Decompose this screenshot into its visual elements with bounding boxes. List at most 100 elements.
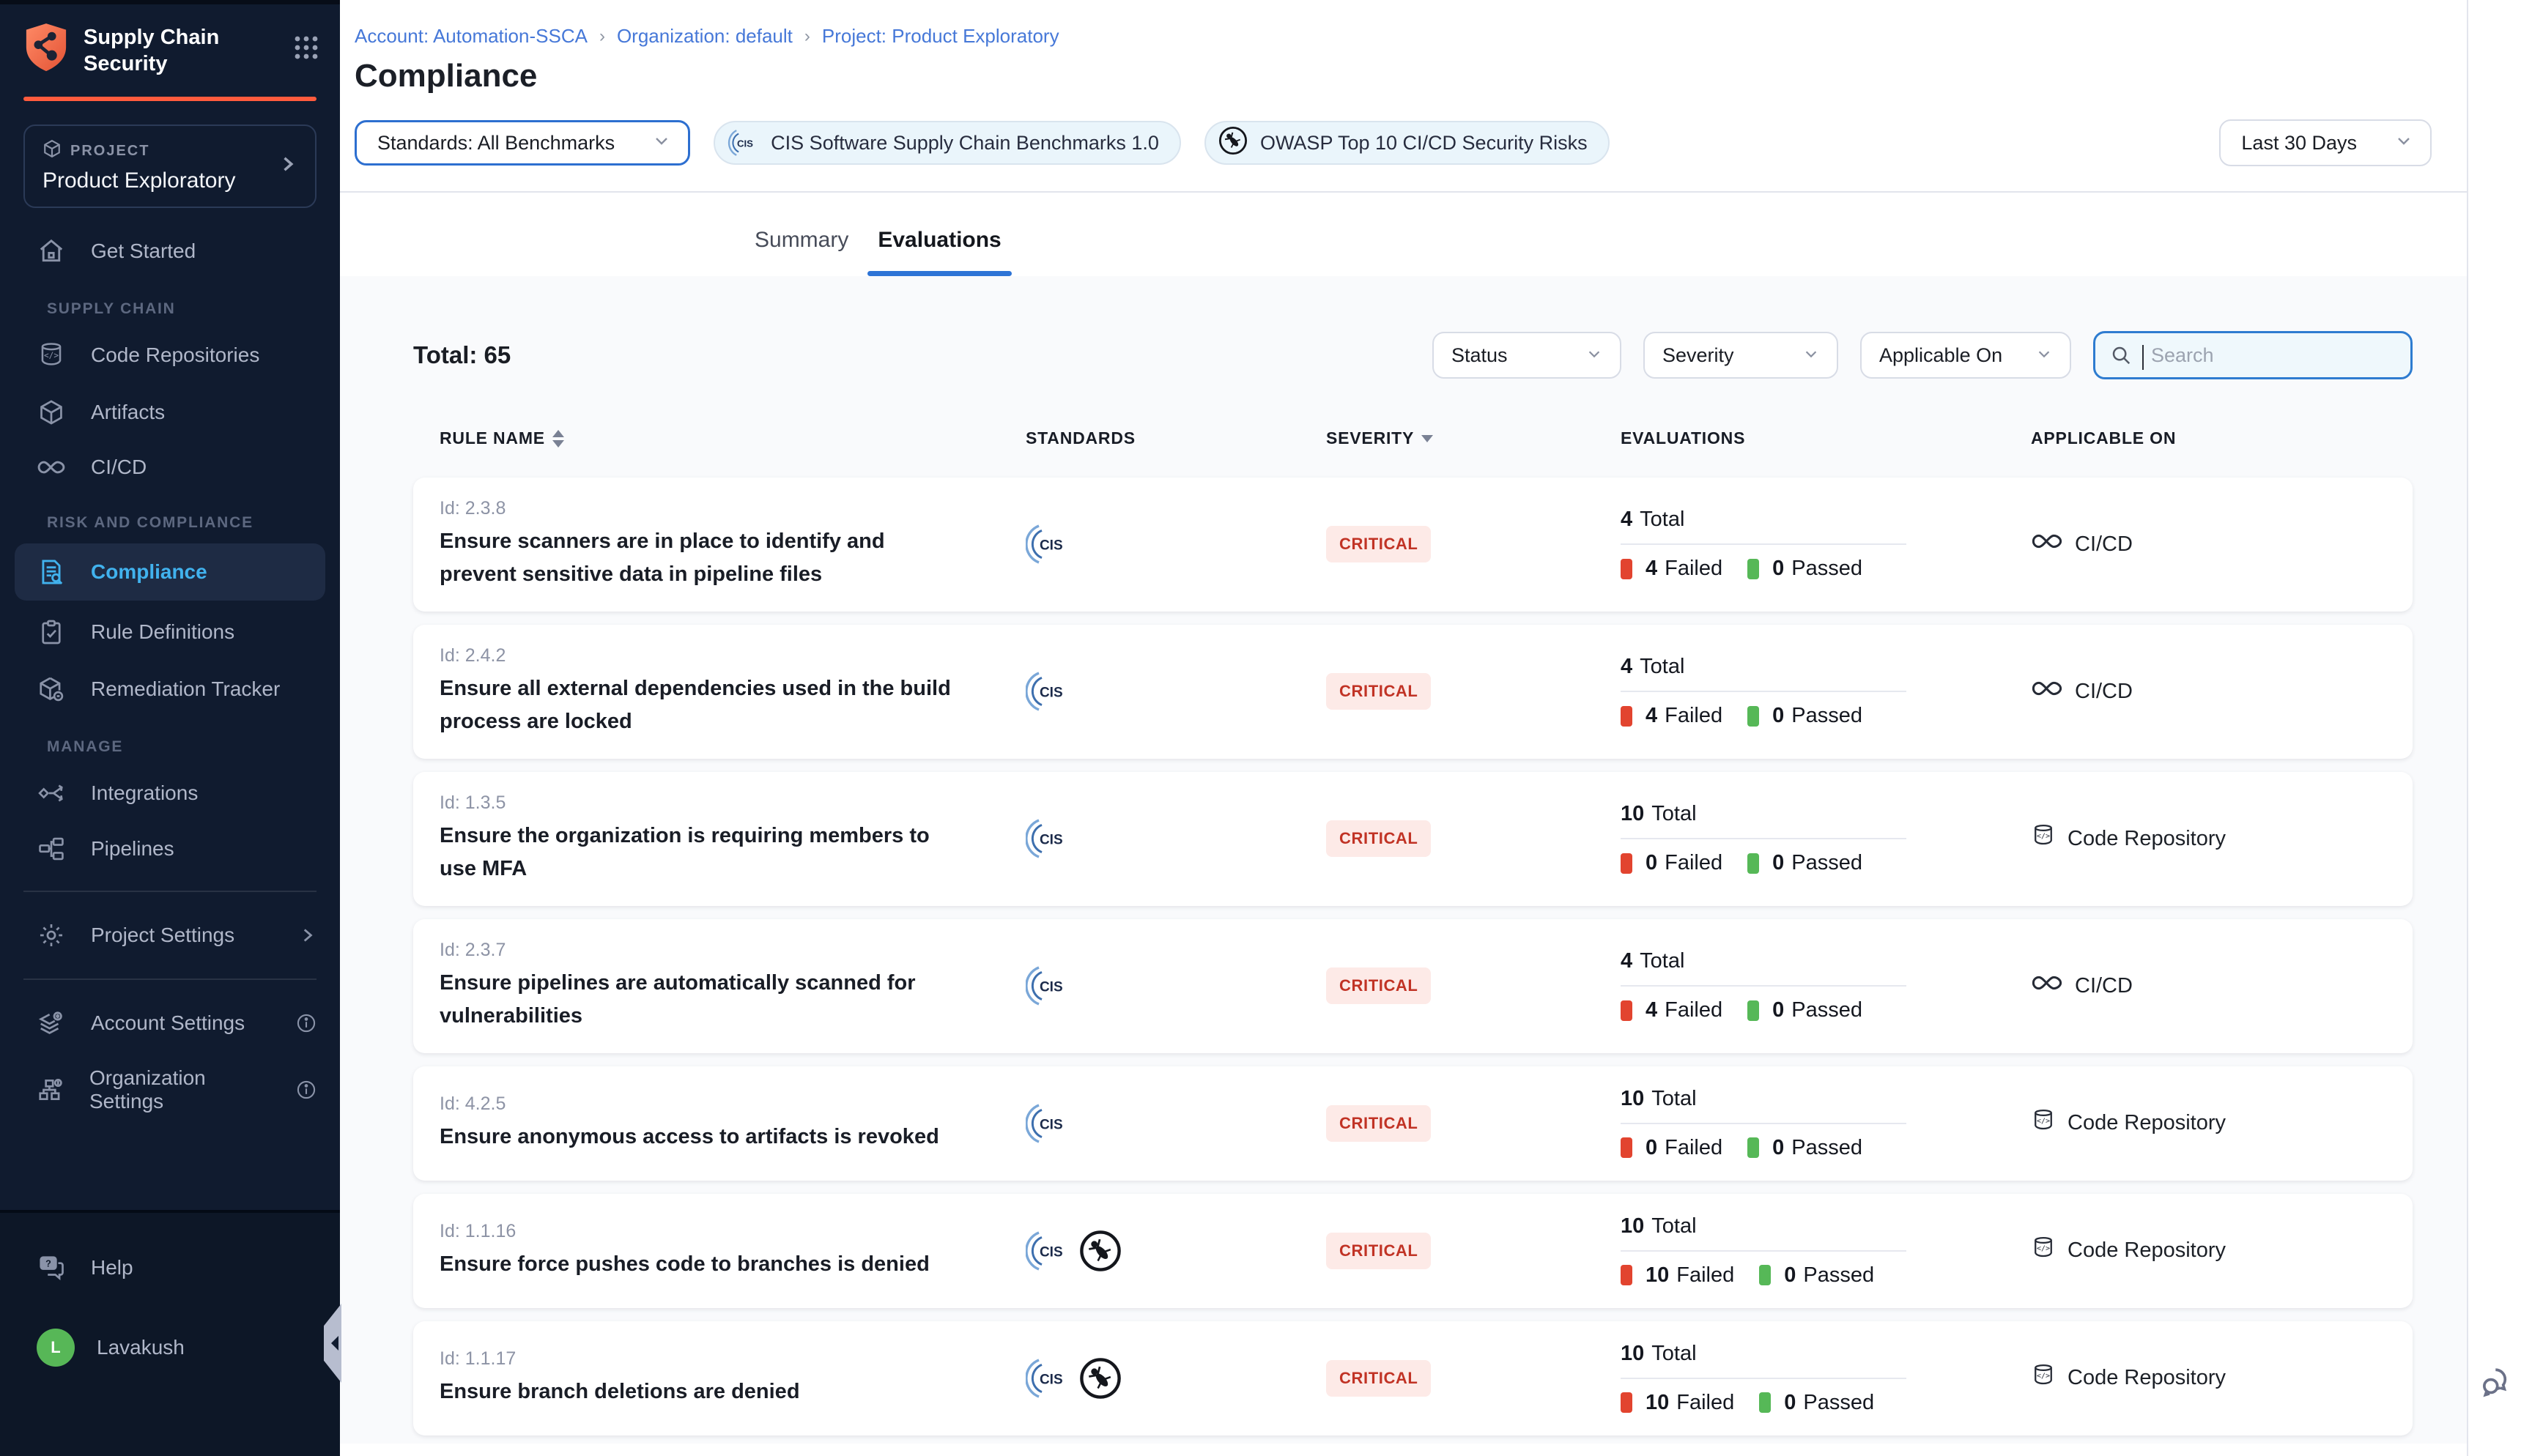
- sidebar-item-compliance[interactable]: Compliance: [15, 543, 325, 601]
- eval-total-count: 10: [1621, 1214, 1644, 1238]
- right-utility-strip: [2467, 0, 2532, 1456]
- code-repo-icon: </>: [37, 341, 66, 369]
- artifact-box-icon: [37, 398, 66, 426]
- sidebar-item-get-started[interactable]: Get Started: [0, 223, 340, 280]
- eval-passed-label: Passed: [1803, 1391, 1874, 1415]
- code-repo-icon: </>: [2031, 1362, 2056, 1395]
- status-filter-dropdown[interactable]: Status: [1432, 332, 1621, 379]
- support-chat-icon[interactable]: [2479, 1362, 2517, 1406]
- severity-badge: CRITICAL: [1326, 967, 1431, 1004]
- eval-divider: [1621, 985, 1906, 987]
- standards-dropdown[interactable]: Standards: All Benchmarks: [355, 120, 690, 166]
- search-box: [2093, 331, 2413, 379]
- sidebar-item-rule-definitions[interactable]: Rule Definitions: [0, 603, 340, 661]
- rule-id: Id: 1.1.16: [440, 1221, 1026, 1242]
- sidebar-item-artifacts[interactable]: Artifacts: [0, 384, 340, 441]
- table-row[interactable]: Id: 1.1.17 Ensure branch deletions are d…: [413, 1321, 2413, 1435]
- severity-cell: CRITICAL: [1326, 820, 1621, 857]
- failed-marker: [1621, 1000, 1632, 1021]
- breadcrumb-organization[interactable]: Organization: default: [617, 25, 793, 48]
- sidebar-item-pipelines[interactable]: Pipelines: [0, 822, 340, 876]
- severity-badge: CRITICAL: [1326, 820, 1431, 857]
- sidebar-item-remediation-tracker[interactable]: Remediation Tracker: [0, 661, 340, 718]
- table-header: RULE NAME STANDARDS SEVERITY EVALUATIONS…: [413, 428, 2413, 448]
- sidebar-user[interactable]: L Lavakush: [0, 1314, 340, 1381]
- table-row[interactable]: Id: 2.4.2 Ensure all external dependenci…: [413, 625, 2413, 759]
- sidebar-item-label: Get Started: [91, 239, 196, 263]
- passed-marker: [1747, 853, 1759, 874]
- infinity-icon: [37, 457, 66, 478]
- section-supply-chain: SUPPLY CHAIN: [0, 280, 340, 327]
- code-repo-icon: </>: [2031, 1107, 2056, 1140]
- brand: Supply Chain Security: [0, 4, 340, 79]
- severity-filter-dropdown[interactable]: Severity: [1643, 332, 1838, 379]
- applicable-on-filter-dropdown[interactable]: Applicable On: [1860, 332, 2071, 379]
- sidebar-item-cicd[interactable]: CI/CD: [0, 441, 340, 494]
- info-icon[interactable]: [296, 1013, 316, 1033]
- eval-passed-count: 0: [1772, 998, 1784, 1022]
- applicable-on-filter-label: Applicable On: [1879, 344, 2002, 367]
- sidebar-item-project-settings[interactable]: Project Settings: [0, 907, 340, 964]
- breadcrumb-account[interactable]: Account: Automation-SSCA: [355, 25, 588, 48]
- chip-label: CIS Software Supply Chain Benchmarks 1.0: [771, 132, 1159, 155]
- eval-failed-count: 0: [1646, 851, 1657, 875]
- evaluations-cell: 10 Total 0 Failed 0 Passed: [1621, 802, 1906, 875]
- svg-text:CIS: CIS: [1040, 686, 1063, 701]
- chip-cis-benchmark[interactable]: CIS CIS Software Supply Chain Benchmarks…: [714, 121, 1181, 165]
- column-evaluations: EVALUATIONS: [1621, 428, 2031, 448]
- project-box-icon: [42, 139, 62, 163]
- column-rule-name[interactable]: RULE NAME: [440, 428, 1026, 448]
- rule-name-cell: Id: 2.3.7 Ensure pipelines are automatic…: [440, 940, 1026, 1033]
- info-icon[interactable]: [296, 1080, 316, 1100]
- eval-failed-count: 10: [1646, 1391, 1669, 1415]
- sidebar-item-label: CI/CD: [91, 456, 147, 479]
- date-range-dropdown[interactable]: Last 30 Days: [2219, 119, 2432, 166]
- apps-grid-icon[interactable]: [293, 34, 319, 67]
- eval-divider: [1621, 543, 1906, 545]
- applicable-on-cell: </> Code Repository: [2031, 1362, 2413, 1395]
- tab-evaluations[interactable]: Evaluations: [867, 228, 1011, 276]
- table-row[interactable]: Id: 1.3.5 Ensure the organization is req…: [413, 772, 2413, 906]
- svg-text:CIS: CIS: [1040, 1372, 1063, 1387]
- failed-marker: [1621, 853, 1632, 874]
- table-row[interactable]: Id: 1.1.16 Ensure force pushes code to b…: [413, 1194, 2413, 1308]
- column-severity[interactable]: SEVERITY: [1326, 428, 1621, 448]
- eval-passed-label: Passed: [1791, 851, 1862, 875]
- eval-total-label: Total: [1640, 508, 1684, 532]
- cis-logo-icon: CIS: [727, 127, 759, 159]
- table-row[interactable]: Id: 2.3.7 Ensure pipelines are automatic…: [413, 919, 2413, 1053]
- eval-failed-label: Failed: [1665, 998, 1722, 1022]
- failed-marker: [1621, 559, 1632, 579]
- eval-divider: [1621, 1378, 1906, 1379]
- cis-standard-icon: CIS: [1026, 1356, 1070, 1400]
- standards-cell: CIS: [1026, 964, 1326, 1008]
- project-label: PROJECT: [70, 143, 149, 160]
- eval-failed-label: Failed: [1665, 557, 1722, 581]
- sidebar-item-integrations[interactable]: Integrations: [0, 765, 340, 822]
- severity-cell: CRITICAL: [1326, 1233, 1621, 1269]
- table-row[interactable]: Id: 4.2.5 Ensure anonymous access to art…: [413, 1066, 2413, 1181]
- table-body: Id: 2.3.8 Ensure scanners are in place t…: [413, 478, 2413, 1435]
- sidebar-item-help[interactable]: ? Help: [0, 1239, 340, 1296]
- cicd-icon: [2031, 973, 2063, 999]
- failed-marker: [1621, 1137, 1632, 1158]
- evaluations-cell: 10 Total 10 Failed 0 Passed: [1621, 1342, 1906, 1415]
- evaluations-cell: 10 Total 10 Failed 0 Passed: [1621, 1214, 1906, 1288]
- sidebar-divider: [23, 891, 316, 892]
- tab-summary[interactable]: Summary: [744, 228, 859, 276]
- eval-total-count: 4: [1621, 508, 1632, 532]
- cis-standard-icon: CIS: [1026, 964, 1070, 1008]
- eval-total-label: Total: [1651, 1087, 1696, 1111]
- sidebar-item-code-repositories[interactable]: </> Code Repositories: [0, 327, 340, 384]
- failed-marker: [1621, 1392, 1632, 1413]
- sidebar-item-account-settings[interactable]: Account Settings: [0, 995, 340, 1052]
- brand-shield-logo: [23, 22, 69, 79]
- breadcrumb-project[interactable]: Project: Product Exploratory: [822, 25, 1059, 48]
- main-content: Account: Automation-SSCA › Organization:…: [340, 0, 2467, 1456]
- integrations-icon: [37, 779, 66, 807]
- sidebar-item-organization-settings[interactable]: Organization Settings: [0, 1052, 340, 1128]
- table-row[interactable]: Id: 2.3.8 Ensure scanners are in place t…: [413, 478, 2413, 612]
- project-selector[interactable]: PROJECT Product Exploratory: [23, 125, 316, 208]
- code-repo-icon: </>: [2031, 822, 2056, 855]
- chip-owasp[interactable]: OWASP Top 10 CI/CD Security Risks: [1204, 121, 1610, 165]
